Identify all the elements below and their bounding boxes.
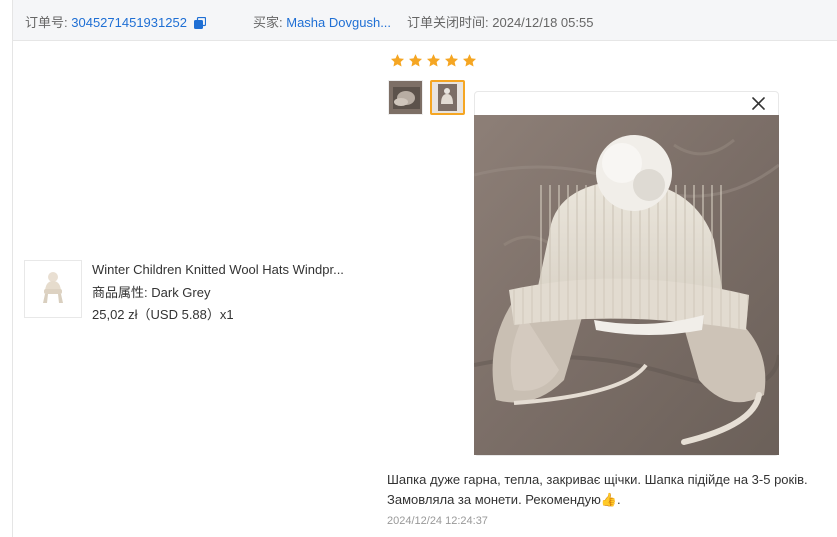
close-time-field: 订单关闭时间: 2024/12/18 05:55 bbox=[407, 12, 593, 31]
buyer-field: 买家: Masha Dovgush... bbox=[253, 12, 391, 31]
close-time-label: 订单关闭时间: bbox=[407, 15, 489, 30]
review-text-line-2: Замовляла за монети. Рекомендую👍. bbox=[387, 492, 621, 507]
rating-stars bbox=[390, 53, 477, 68]
copy-icon[interactable] bbox=[193, 17, 206, 29]
product-attr-label: 商品属性: bbox=[92, 284, 148, 300]
review-text-line-1: Шапка дуже гарна, тепла, закриває щічки.… bbox=[387, 472, 808, 487]
close-icon[interactable] bbox=[750, 95, 767, 112]
buyer-label: 买家: bbox=[253, 15, 283, 30]
product-attr-value: Dark Grey bbox=[151, 284, 211, 300]
star-icon bbox=[462, 54, 477, 67]
close-time-value: 2024/12/18 05:55 bbox=[492, 15, 594, 30]
star-icon bbox=[408, 54, 423, 67]
review-thumb-image-2 bbox=[432, 82, 463, 113]
review-thumb-image-1 bbox=[389, 81, 422, 114]
product-info: Winter Children Knitted Wool Hats Windpr… bbox=[92, 259, 344, 327]
buyer-link[interactable]: Masha Dovgush... bbox=[286, 15, 391, 30]
review-thumbnail-1[interactable] bbox=[388, 80, 423, 115]
product-name[interactable]: Winter Children Knitted Wool Hats Windpr… bbox=[92, 259, 344, 282]
review-photo bbox=[474, 115, 779, 455]
review-thumbnail-2-selected[interactable] bbox=[430, 80, 465, 115]
review-date: 2024/12/24 12:24:37 bbox=[387, 515, 488, 527]
review-photo-image bbox=[474, 115, 779, 455]
order-number-field: 订单号: 3045271451931252 bbox=[25, 12, 206, 31]
order-number-link[interactable]: 3045271451931252 bbox=[71, 15, 187, 30]
product-attribute: 商品属性: Dark Grey bbox=[92, 282, 344, 305]
star-icon bbox=[444, 54, 459, 67]
star-icon bbox=[426, 54, 441, 67]
review-text: Шапка дуже гарна, тепла, закриває щічки.… bbox=[387, 470, 832, 510]
order-header: 订单号: 3045271451931252 买家: Masha Dovgush.… bbox=[12, 0, 837, 41]
star-icon bbox=[390, 54, 405, 67]
product-image bbox=[25, 261, 81, 317]
product-price: 25,02 zł（USD 5.88）x1 bbox=[92, 307, 234, 322]
order-number-label: 订单号: bbox=[25, 15, 68, 30]
product-thumbnail[interactable] bbox=[24, 260, 82, 318]
